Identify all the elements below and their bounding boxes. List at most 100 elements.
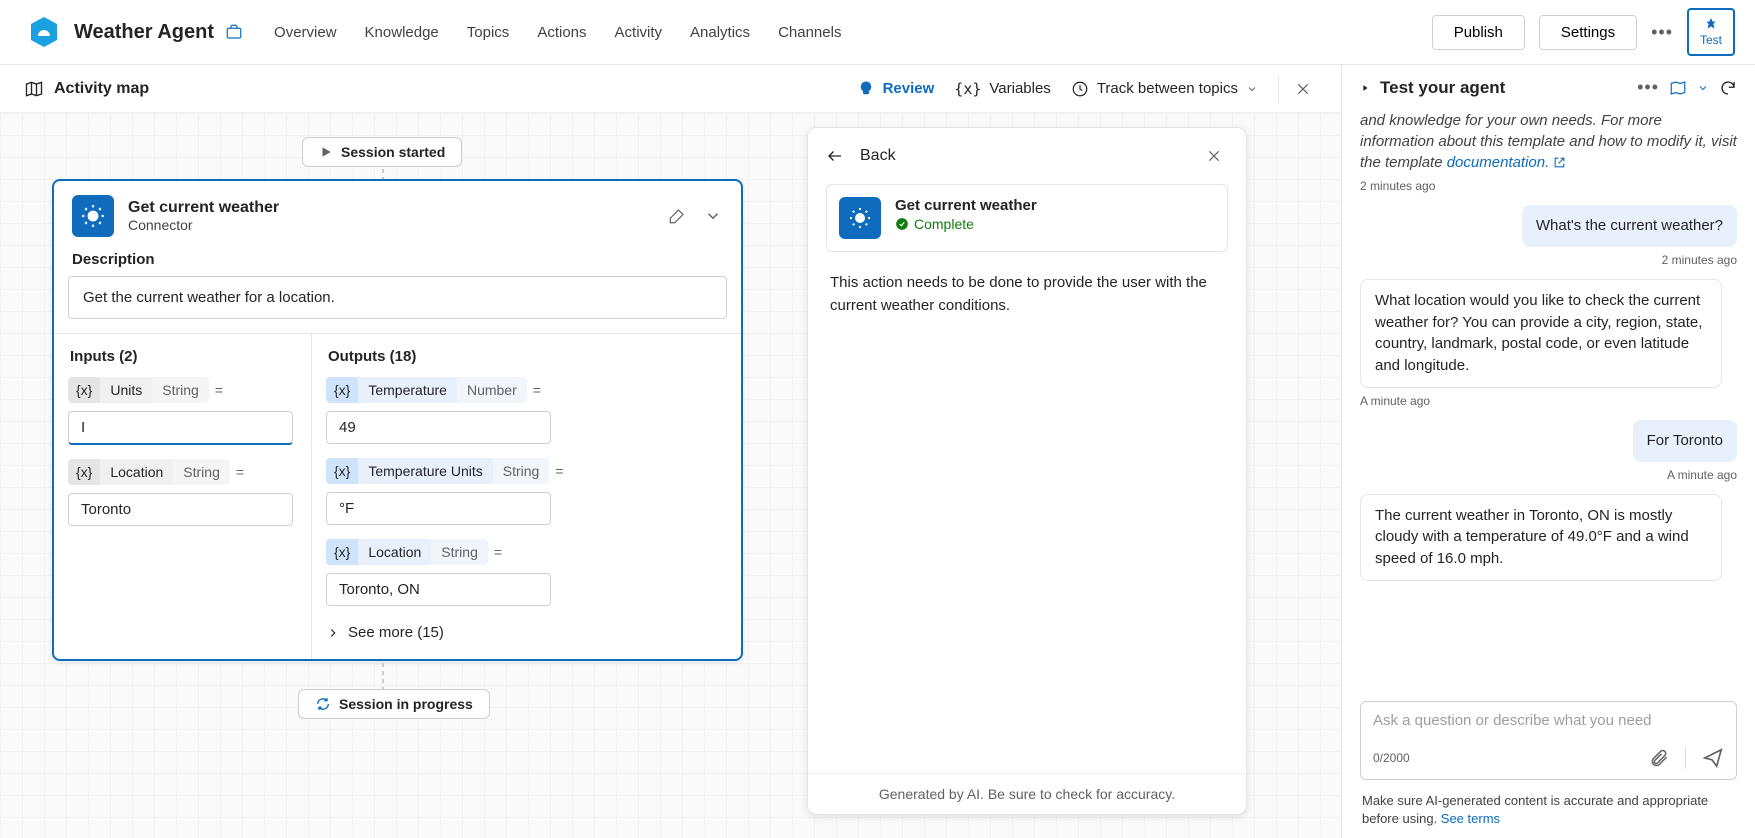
timestamp: A minute ago [1360, 394, 1737, 408]
test-button[interactable]: Test [1687, 8, 1735, 56]
details-title: Get current weather [895, 197, 1037, 214]
chat-log: and knowledge for your own needs. For mo… [1356, 110, 1741, 691]
more-icon[interactable]: ••• [1637, 77, 1659, 98]
publish-button[interactable]: Publish [1432, 15, 1525, 50]
chat-placeholder: Ask a question or describe what you need [1373, 712, 1724, 729]
chevron-down-icon[interactable] [703, 206, 723, 226]
activity-map-title: Activity map [24, 79, 149, 99]
status-badge: Complete [895, 216, 1037, 232]
see-terms-link[interactable]: See terms [1441, 811, 1500, 826]
see-more-button[interactable]: See more (15) [326, 620, 727, 641]
edit-icon[interactable] [667, 206, 687, 226]
outputs-column: Outputs (18) {x}TemperatureNumber = 49 {… [312, 334, 741, 659]
nav-tab-overview[interactable]: Overview [274, 18, 337, 47]
app-title: Weather Agent [74, 21, 214, 44]
lightbulb-icon [857, 80, 875, 98]
app-logo-icon [28, 16, 60, 48]
track-icon [1071, 80, 1089, 98]
pin-icon [1704, 17, 1718, 31]
session-progress-node[interactable]: Session in progress [298, 689, 490, 719]
chevron-down-icon[interactable] [1697, 82, 1709, 94]
nav-tab-analytics[interactable]: Analytics [690, 18, 750, 47]
timestamp: 2 minutes ago [1360, 179, 1737, 193]
header-actions: Publish Settings ••• Test [1432, 8, 1735, 56]
input-location-value[interactable]: Toronto [68, 493, 293, 526]
nav-tab-topics[interactable]: Topics [467, 18, 510, 47]
action-details-panel: Back Get current weather [807, 127, 1247, 815]
variable-icon: {x} [68, 377, 100, 403]
check-circle-icon [895, 217, 909, 231]
activity-canvas[interactable]: Session started Get current weather Conn… [0, 113, 1341, 838]
play-icon [319, 145, 333, 159]
connector-title: Get current weather [128, 199, 653, 217]
refresh-icon[interactable] [1719, 79, 1737, 97]
char-count: 0/2000 [1373, 751, 1649, 765]
chevron-right-icon [326, 626, 340, 640]
nav-tabs: Overview Knowledge Topics Actions Activi… [274, 18, 1432, 47]
test-agent-pane: Test your agent ••• and knowledge for yo… [1342, 65, 1755, 838]
output-temperature-value: 49 [326, 411, 551, 444]
nav-tab-activity[interactable]: Activity [615, 18, 663, 47]
variable-icon: {x} [68, 459, 100, 485]
outputs-label: Outputs (18) [326, 348, 727, 365]
chevron-down-icon [1246, 83, 1258, 95]
refresh-icon [315, 696, 331, 712]
test-button-label: Test [1700, 33, 1722, 47]
variable-icon: {x} [326, 539, 358, 565]
output-var-location: {x}LocationString = [326, 539, 727, 565]
external-link-icon [1553, 156, 1566, 169]
bot-message: What location would you like to check th… [1360, 279, 1722, 388]
connector-subtitle: Connector [128, 217, 653, 233]
description-label: Description [54, 247, 741, 276]
attach-icon[interactable] [1649, 748, 1669, 768]
input-var-location: {x}LocationString = [68, 459, 297, 485]
map-icon[interactable] [1669, 79, 1687, 97]
arrow-left-icon [826, 147, 844, 165]
nav-tab-channels[interactable]: Channels [778, 18, 841, 47]
input-var-units: {x}UnitsString = [68, 377, 297, 403]
variables-button[interactable]: {x} Variables [944, 74, 1061, 104]
session-started-node[interactable]: Session started [302, 137, 462, 167]
chat-input[interactable]: Ask a question or describe what you need… [1360, 701, 1737, 780]
activity-map-pane: Activity map Review {x} Variables Track … [0, 65, 1342, 838]
weather-icon [72, 195, 114, 237]
disclaimer: Make sure AI-generated content is accura… [1356, 788, 1741, 838]
output-var-temp-units: {x}Temperature UnitsString = [326, 458, 727, 484]
map-icon [24, 79, 44, 99]
details-body: This action needs to be done to provide … [808, 252, 1246, 773]
play-icon[interactable] [1360, 83, 1370, 93]
nav-tab-knowledge[interactable]: Knowledge [365, 18, 439, 47]
more-icon[interactable]: ••• [1651, 22, 1673, 43]
briefcase-icon[interactable] [222, 20, 246, 44]
nav-tab-actions[interactable]: Actions [537, 18, 586, 47]
variable-icon: {x} [954, 80, 981, 98]
documentation-link[interactable]: documentation. [1447, 154, 1550, 171]
inputs-column: Inputs (2) {x}UnitsString = I {x}Locatio… [54, 334, 312, 659]
system-intro: and knowledge for your own needs. For mo… [1360, 110, 1737, 173]
output-var-temperature: {x}TemperatureNumber = [326, 377, 727, 403]
action-summary-card: Get current weather Complete [826, 184, 1228, 252]
input-units-value[interactable]: I [68, 411, 293, 445]
output-temp-units-value: °F [326, 492, 551, 525]
user-message: What's the current weather? [1522, 205, 1737, 247]
test-panel-title: Test your agent [1380, 78, 1627, 98]
back-button[interactable]: Back [826, 147, 896, 165]
output-location-value: Toronto, ON [326, 573, 551, 606]
inputs-label: Inputs (2) [68, 348, 297, 365]
variable-icon: {x} [326, 458, 358, 484]
bot-message: The current weather in Toronto, ON is mo… [1360, 494, 1722, 581]
user-message: For Toronto [1633, 420, 1737, 462]
variable-icon: {x} [326, 377, 358, 403]
track-topics-button[interactable]: Track between topics [1061, 74, 1268, 104]
timestamp: 2 minutes ago [1360, 253, 1737, 267]
connector-card[interactable]: Get current weather Connector Descriptio… [52, 179, 743, 661]
timestamp: A minute ago [1360, 468, 1737, 482]
close-icon[interactable] [1289, 75, 1317, 103]
settings-button[interactable]: Settings [1539, 15, 1637, 50]
app-header: Weather Agent Overview Knowledge Topics … [0, 0, 1755, 65]
review-button[interactable]: Review [847, 74, 945, 104]
details-footer: Generated by AI. Be sure to check for ac… [808, 773, 1246, 814]
send-icon[interactable] [1702, 747, 1724, 769]
close-icon[interactable] [1200, 142, 1228, 170]
activity-toolbar: Activity map Review {x} Variables Track … [0, 65, 1341, 113]
